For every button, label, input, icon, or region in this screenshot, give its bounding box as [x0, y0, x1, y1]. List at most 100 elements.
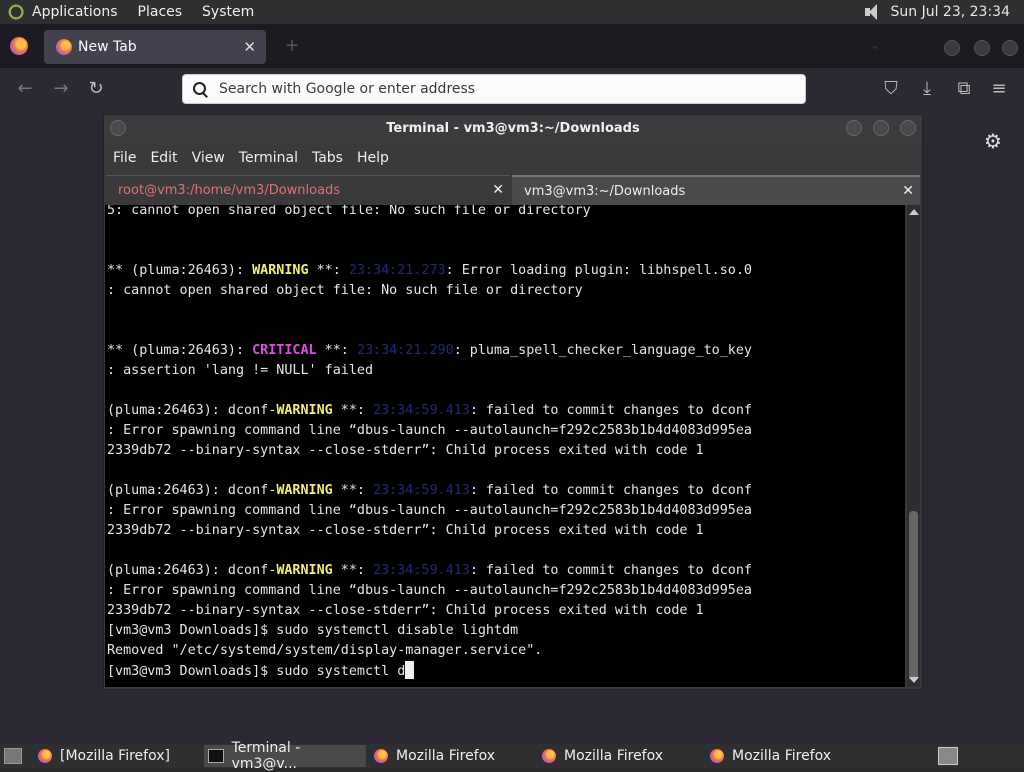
- terminal-text: : pluma_spell_checker_language_to_key: [453, 343, 752, 358]
- menu-places[interactable]: Places: [138, 4, 183, 20]
- terminal-scrollbar[interactable]: [907, 205, 920, 687]
- terminal-title: Terminal - vm3@vm3:~/Downloads: [386, 121, 640, 136]
- url-bar[interactable]: [182, 74, 806, 104]
- terminal-text: : Error spawning command line “dbus-laun…: [107, 423, 752, 438]
- menu-edit[interactable]: Edit: [150, 150, 177, 166]
- taskbar-item-label: Mozilla Firefox: [732, 748, 832, 764]
- terminal-line: (pluma:26463): dconf-WARNING **: 23:34:5…: [107, 401, 752, 421]
- terminal-text: [vm3@vm3 Downloads]$ sudo systemctl disa…: [107, 623, 519, 638]
- new-tab-button[interactable]: +: [282, 36, 302, 56]
- close-window-button[interactable]: [1002, 40, 1018, 56]
- terminal-output[interactable]: 5: cannot open shared object file: No su…: [105, 205, 905, 687]
- terminal-line: (pluma:26463): dconf-WARNING **: 23:34:5…: [107, 561, 752, 581]
- terminal-text: **:: [316, 343, 357, 358]
- hamburger-menu-icon[interactable]: ≡: [988, 78, 1010, 100]
- terminal-close-button[interactable]: [900, 120, 916, 136]
- close-tab-icon[interactable]: ✕: [243, 38, 256, 56]
- terminal-titlebar[interactable]: Terminal - vm3@vm3:~/Downloads: [104, 115, 922, 143]
- firefox-icon: [374, 749, 388, 763]
- scroll-down-arrow-icon[interactable]: [909, 677, 919, 683]
- terminal-line: : cannot open shared object file: No suc…: [107, 281, 583, 301]
- terminal-tab-label: root@vm3:/home/vm3/Downloads: [118, 182, 341, 198]
- terminal-text: WARNING: [276, 403, 333, 418]
- terminal-line: 2339db72 --binary-syntax --close-stderr”…: [107, 601, 704, 621]
- terminal-tab-vm3[interactable]: vm3@vm3:~/Downloads ✕: [512, 175, 920, 205]
- list-tabs-chevron-icon[interactable]: ⌄: [870, 38, 880, 52]
- firefox-menu-icon[interactable]: [10, 37, 28, 55]
- minimize-button[interactable]: [944, 40, 960, 56]
- terminal-line: ** (pluma:26463): CRITICAL **: 23:34:21.…: [107, 341, 752, 361]
- show-desktop-icon[interactable]: [4, 748, 22, 764]
- terminal-text: : assertion 'lang != NULL' failed: [107, 363, 374, 378]
- taskbar-item-label: Mozilla Firefox: [396, 748, 496, 764]
- terminal-line: [vm3@vm3 Downloads]$ sudo systemctl disa…: [107, 621, 518, 641]
- workspace-switcher[interactable]: [938, 747, 958, 765]
- taskbar-item[interactable]: Mozilla Firefox: [542, 745, 702, 767]
- reload-icon[interactable]: ↻: [85, 78, 107, 100]
- taskbar-item-label: [Mozilla Firefox]: [60, 748, 170, 764]
- downloads-icon[interactable]: ⤓: [916, 78, 938, 100]
- menu-view[interactable]: View: [192, 150, 225, 166]
- terminal-text: 2339db72 --binary-syntax --close-stderr”…: [107, 443, 704, 458]
- close-tab-icon[interactable]: ✕: [902, 183, 914, 199]
- terminal-text: [vm3@vm3 Downloads]$ sudo systemctl d: [107, 664, 406, 679]
- menu-help[interactable]: Help: [357, 150, 389, 166]
- menu-tabs[interactable]: Tabs: [312, 150, 343, 166]
- clock[interactable]: Sun Jul 23, 23:34: [891, 4, 1011, 20]
- menu-file[interactable]: File: [113, 150, 136, 166]
- close-tab-icon[interactable]: ✕: [492, 182, 504, 198]
- url-input[interactable]: [217, 80, 781, 98]
- text-cursor: [405, 661, 415, 679]
- terminal-line: ** (pluma:26463): WARNING **: 23:34:21.2…: [107, 261, 752, 281]
- taskbar-item-label: Mozilla Firefox: [564, 748, 664, 764]
- taskbar-item[interactable]: Terminal - vm3@v...: [204, 740, 366, 772]
- terminal-text: **:: [332, 403, 374, 418]
- terminal-text: WARNING: [252, 263, 309, 278]
- taskbar-item-label: Terminal - vm3@v...: [231, 740, 301, 772]
- terminal-text: 23:34:59.413: [373, 403, 470, 418]
- extensions-icon[interactable]: ⧉: [953, 78, 975, 100]
- terminal-minimize-button[interactable]: [846, 120, 862, 136]
- mate-logo-icon[interactable]: [8, 3, 26, 21]
- scroll-up-arrow-icon[interactable]: [909, 209, 919, 215]
- terminal-line: : assertion 'lang != NULL' failed: [107, 361, 373, 381]
- terminal-text: ** (pluma:26463):: [107, 343, 253, 358]
- forward-arrow-icon[interactable]: →: [50, 78, 72, 100]
- terminal-text: WARNING: [276, 563, 333, 578]
- taskbar-item[interactable]: [Mozilla Firefox]: [38, 745, 196, 767]
- pocket-icon[interactable]: ⛉: [880, 78, 902, 100]
- menu-terminal[interactable]: Terminal: [239, 150, 298, 166]
- firefox-icon: [38, 749, 52, 763]
- terminal-text: 23:34:21.290: [356, 343, 454, 358]
- search-icon: [193, 82, 207, 96]
- maximize-button[interactable]: [974, 40, 990, 56]
- terminal-text: **:: [332, 483, 374, 498]
- terminal-text: (pluma:26463): dconf-: [107, 483, 277, 498]
- terminal-text: : failed to commit changes to dconf: [469, 483, 752, 498]
- firefox-icon: [710, 749, 724, 763]
- back-arrow-icon[interactable]: ←: [14, 78, 36, 100]
- terminal-line: : Error spawning command line “dbus-laun…: [107, 581, 752, 601]
- gear-icon[interactable]: ⚙: [982, 130, 1004, 152]
- taskbar-item[interactable]: Mozilla Firefox: [374, 745, 534, 767]
- terminal-tab-root[interactable]: root@vm3:/home/vm3/Downloads ✕: [106, 175, 510, 204]
- taskbar-item[interactable]: Mozilla Firefox: [710, 745, 870, 767]
- terminal-maximize-button[interactable]: [873, 120, 889, 136]
- menu-applications[interactable]: Applications: [32, 4, 118, 20]
- terminal-text: CRITICAL: [252, 343, 317, 358]
- firefox-navbar: ← → ↻ ⛉ ⤓ ⧉ ≡: [0, 68, 1024, 110]
- terminal-text: (pluma:26463): dconf-: [107, 403, 277, 418]
- terminal-text: 23:34:59.413: [373, 563, 470, 578]
- terminal-text: : failed to commit changes to dconf: [469, 563, 752, 578]
- terminal-text: 2339db72 --binary-syntax --close-stderr”…: [107, 523, 704, 538]
- terminal-line: [vm3@vm3 Downloads]$ sudo systemctl d: [107, 661, 415, 682]
- terminal-text: 2339db72 --binary-syntax --close-stderr”…: [107, 603, 704, 618]
- volume-icon[interactable]: [863, 4, 881, 20]
- tab-new-tab[interactable]: New Tab ✕: [44, 30, 266, 64]
- terminal-line: 5: cannot open shared object file: No su…: [107, 205, 591, 221]
- scrollbar-thumb[interactable]: [909, 511, 918, 681]
- terminal-text: 5: cannot open shared object file: No su…: [107, 205, 591, 218]
- window-menu-button[interactable]: [110, 120, 126, 136]
- terminal-text: : Error spawning command line “dbus-laun…: [107, 583, 752, 598]
- menu-system[interactable]: System: [202, 4, 254, 20]
